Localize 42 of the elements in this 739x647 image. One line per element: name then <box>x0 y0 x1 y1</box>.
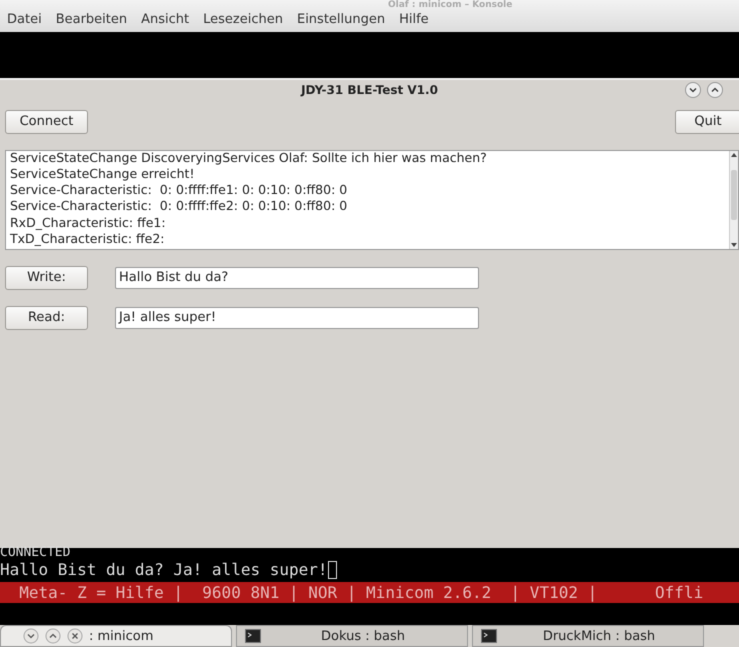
terminal-icon <box>245 629 261 644</box>
taskbar-label: : minicom <box>89 628 154 644</box>
scroll-thumb[interactable] <box>731 170 737 220</box>
taskbar-item[interactable]: : minicom <box>0 625 232 647</box>
log-line: RxD_Characteristic: ffe1: <box>10 214 167 231</box>
taskbar-label: DruckMich : bash <box>542 628 656 644</box>
quit-button[interactable]: Quit <box>675 110 739 134</box>
terminal-line: CONNECTED <box>0 548 72 558</box>
scroll-up-icon[interactable] <box>730 150 738 159</box>
log-line: Service-Characteristic: 0: 0:ffff:ffe1: 0: 0:10: 0:ff80: 0 <box>10 182 348 198</box>
terminal-icon <box>481 629 497 644</box>
taskbar-item[interactable]: Dokus : bash <box>236 625 468 647</box>
connect-button[interactable]: Connect <box>5 110 88 134</box>
log-line: ServiceStateChange DiscoveryingServices Olaf: Sollte ich hier was machen? <box>10 150 488 166</box>
scrollbar[interactable] <box>729 150 738 249</box>
maximize-button[interactable] <box>707 82 723 98</box>
terminal-line: Hallo Bist du da? Ja! alles super! <box>0 558 739 582</box>
chevron-down-icon[interactable] <box>23 628 39 644</box>
scroll-down-icon[interactable] <box>730 240 738 249</box>
chevron-up-icon[interactable] <box>45 628 61 644</box>
window-title: JDY-31 BLE-Test V1.0 <box>301 82 438 97</box>
menu-item[interactable]: Ansicht <box>134 12 196 27</box>
close-icon[interactable] <box>67 628 83 644</box>
log-line: ServiceStateChange erreicht! <box>10 166 196 182</box>
text-field[interactable]: Ja! alles super! <box>115 306 479 329</box>
log-line: Service-Characteristic: 0: 0:ffff:ffe2: 0: 0:10: 0:ff80: 0 <box>10 198 348 215</box>
window-title: Olaf : minicom – Konsole <box>388 0 512 10</box>
action-button[interactable]: Read: <box>5 306 88 330</box>
cursor <box>328 561 337 580</box>
minimize-button[interactable] <box>685 82 701 98</box>
log-area[interactable] <box>5 150 739 250</box>
text-field[interactable]: Hallo Bist du da? <box>115 266 479 289</box>
menu-item[interactable]: Datei <box>0 12 49 27</box>
menu-item[interactable]: Einstellungen <box>290 12 392 27</box>
log-line: TxD_Characteristic: ffe2: <box>10 230 166 247</box>
menu-item[interactable]: Lesezeichen <box>196 12 290 27</box>
menu-item[interactable]: Hilfe <box>392 12 436 27</box>
action-button[interactable]: Write: <box>5 266 88 290</box>
menu-item[interactable]: Bearbeiten <box>48 12 134 27</box>
status-bar: Meta- Z = Hilfe | 9600 8N1 | NOR | Minicom 2.6.2 | VT102 | Offli <box>0 582 739 604</box>
taskbar-item[interactable]: DruckMich : bash <box>472 625 704 647</box>
taskbar-label: Dokus : bash <box>320 628 406 644</box>
